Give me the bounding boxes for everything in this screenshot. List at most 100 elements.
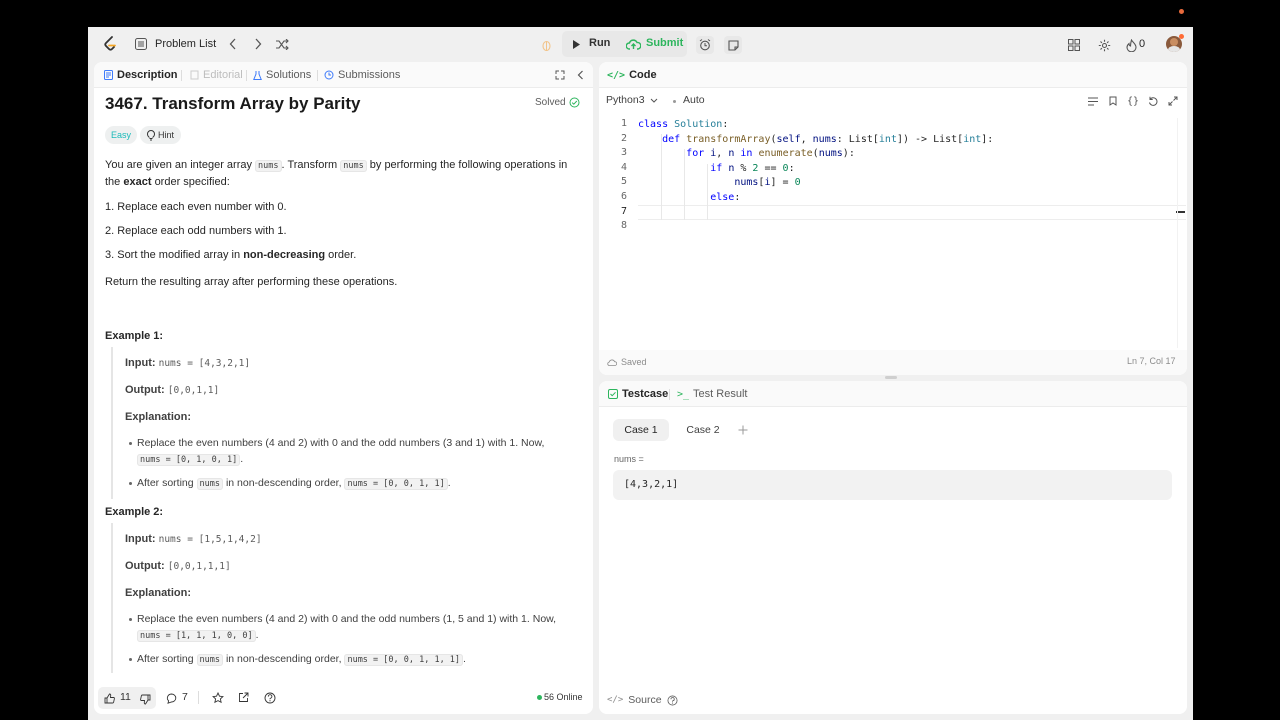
problem-intro: You are given an integer array nums. Tra…: [105, 157, 585, 190]
param-input[interactable]: [4,3,2,1]: [613, 470, 1172, 500]
input-label: Input:: [125, 533, 156, 545]
hint-badge[interactable]: Hint: [140, 126, 182, 144]
star-icon[interactable]: [211, 691, 224, 704]
chevron-left-icon[interactable]: [226, 37, 240, 51]
logo-icon[interactable]: [102, 36, 118, 52]
step-1: 1. Replace each even number with 0.: [105, 201, 287, 213]
step-3-text: order.: [328, 249, 357, 261]
flame-icon[interactable]: [1124, 37, 1138, 53]
editorial-icon: [190, 70, 199, 80]
line-number: 3: [620, 147, 627, 159]
online-count: 56 Online: [544, 692, 583, 702]
testcase-panel: Testcase >_ Test Result Case 1 Case 2 nu…: [599, 381, 1187, 714]
bullet-dot: [129, 442, 132, 445]
gear-icon[interactable]: [1096, 37, 1112, 53]
run-label: Run: [589, 37, 611, 49]
panel-resize-handle[interactable]: [885, 376, 897, 379]
add-case-icon[interactable]: [737, 424, 749, 436]
input-label: Input:: [125, 357, 156, 369]
app-window: Problem List Run Submit 0 Description Ed…: [88, 27, 1193, 720]
thumbs-down-icon[interactable]: [139, 693, 151, 705]
comment-icon[interactable]: [165, 692, 177, 704]
source-label: Source: [628, 694, 662, 706]
lightbulb-icon: [147, 129, 155, 140]
note-icon[interactable]: [724, 36, 742, 54]
bullet-text: in non-descending order,: [225, 653, 342, 665]
tab-test-result-label: Test Result: [693, 388, 748, 400]
tab-editorial[interactable]: Editorial: [190, 62, 243, 88]
submit-button[interactable]: Submit: [621, 31, 687, 57]
example-1-bullet-2: After sorting nums in non-descending ord…: [137, 477, 451, 490]
code-line: else:: [710, 192, 741, 203]
fullscreen-icon[interactable]: [1167, 95, 1179, 107]
output-value: [0,0,1,1,1]: [167, 561, 231, 572]
language-select[interactable]: Python3: [606, 94, 658, 106]
tab-solutions[interactable]: Solutions: [253, 62, 311, 88]
tab-code[interactable]: </> Code: [607, 62, 657, 88]
code-line: def transformArray(self, nums: List[int]…: [662, 133, 994, 145]
example-2-output: Output: [0,0,1,1,1]: [125, 558, 231, 575]
bug-icon[interactable]: [538, 37, 554, 53]
reset-icon[interactable]: [1147, 95, 1159, 107]
alarm-icon[interactable]: [696, 36, 714, 54]
problem-list-icon: [134, 37, 148, 51]
bookmark-icon[interactable]: [1107, 95, 1119, 107]
tab-submissions[interactable]: Submissions: [324, 62, 400, 88]
tab-test-result[interactable]: >_ Test Result: [677, 381, 747, 407]
testcase-tabs: Testcase >_ Test Result: [599, 381, 1187, 407]
case-1-button[interactable]: Case 1: [613, 419, 669, 441]
line-numbers: 1 2 3 4 5 6 7 8: [599, 118, 631, 238]
editor-scrollbar[interactable]: [1177, 118, 1178, 348]
tab-divider: [669, 389, 670, 400]
share-icon[interactable]: [237, 691, 250, 704]
code-icon: </>: [607, 69, 626, 81]
chevron-down-icon: [650, 98, 657, 103]
example-2-box: Input: nums = [1,5,1,4,2] Output: [0,0,1…: [111, 523, 556, 673]
help-icon: [667, 695, 678, 705]
output-value: [0,0,1,1]: [167, 385, 220, 396]
input-value: nums = [1,5,1,4,2]: [158, 534, 262, 545]
intro-text: order specified:: [154, 176, 230, 188]
hint-label: Hint: [158, 130, 175, 140]
example-2-bullet-2: After sorting nums in non-descending ord…: [137, 653, 466, 666]
case-2-button[interactable]: Case 2: [675, 419, 731, 441]
check-circle-icon: [569, 97, 580, 108]
braces-icon[interactable]: {}: [1127, 95, 1139, 107]
submit-label: Submit: [646, 37, 684, 49]
description-tabs: Description Editorial Solutions Submissi…: [94, 62, 593, 88]
tab-divider: [317, 70, 318, 81]
cloud-icon: [607, 359, 617, 366]
output-label: Output:: [125, 384, 165, 396]
terminal-icon: >_: [677, 388, 690, 400]
tab-description[interactable]: Description: [104, 62, 178, 88]
code-line: class Solution:: [638, 119, 729, 130]
help-icon[interactable]: [263, 691, 276, 704]
chevron-right-icon[interactable]: [251, 37, 265, 51]
description-footer: 11 7 56 Online: [94, 682, 593, 714]
problem-title[interactable]: 3467. Transform Array by Parity: [105, 94, 360, 114]
format-icon[interactable]: [1087, 95, 1099, 107]
example-2-bullet-1: Replace the even numbers (4 and 2) with …: [137, 613, 557, 642]
line-number: 7: [620, 205, 627, 217]
code-editor[interactable]: 1 2 3 4 5 6 7 8 class Solution: def tran…: [599, 118, 1187, 348]
maximize-icon[interactable]: [554, 69, 566, 81]
problem-list-link[interactable]: Problem List: [155, 38, 216, 50]
history-icon: [324, 70, 334, 80]
example-2-explanation-label: Explanation:: [125, 587, 192, 599]
source-link[interactable]: </> Source: [607, 694, 678, 706]
bullet-text: After sorting: [137, 477, 194, 489]
thumbs-up-icon[interactable]: [103, 692, 115, 704]
line-number: 1: [620, 118, 627, 129]
inline-code: nums: [196, 654, 224, 666]
param-label: nums =: [614, 454, 644, 464]
intro-text: . Transform: [281, 159, 338, 171]
code-panel: </> Code Python3 Auto {} 1 2 3 4 5 6 7 8: [599, 62, 1187, 375]
auto-mode[interactable]: Auto: [683, 94, 705, 106]
grid-icon[interactable]: [1066, 37, 1082, 53]
solved-status: Solved: [535, 97, 580, 108]
tab-testcase[interactable]: Testcase: [608, 381, 668, 407]
output-label: Output:: [125, 560, 165, 572]
example-1-explanation-label: Explanation:: [125, 411, 192, 423]
collapse-icon[interactable]: [574, 69, 586, 81]
shuffle-icon[interactable]: [275, 37, 289, 51]
